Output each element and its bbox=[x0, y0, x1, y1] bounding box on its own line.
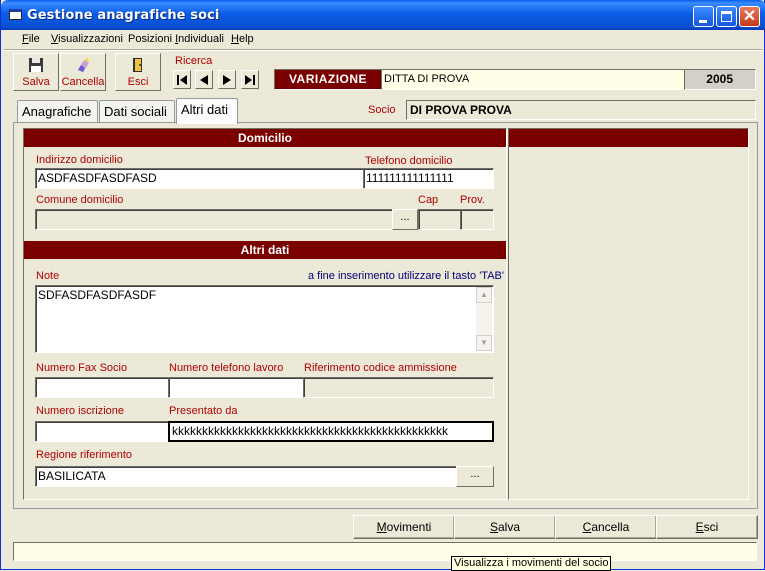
rif-ammissione-field bbox=[303, 377, 494, 398]
status-bar bbox=[13, 542, 757, 561]
indirizzo-field[interactable]: ASDFASDFASDFASD bbox=[35, 168, 364, 189]
minimize-button[interactable] bbox=[693, 6, 714, 27]
company-name: DITTA DI PROVA bbox=[381, 69, 685, 90]
window-icon bbox=[9, 9, 22, 20]
indirizzo-label: Indirizzo domicilio bbox=[36, 154, 123, 166]
last-record-icon bbox=[245, 75, 255, 85]
nav-prev-button[interactable] bbox=[195, 70, 213, 89]
tel-lavoro-field[interactable] bbox=[168, 377, 304, 398]
cap-label: Cap bbox=[418, 194, 439, 206]
presentato-label: Presentato da bbox=[169, 405, 238, 417]
nav-first-button[interactable] bbox=[173, 70, 191, 89]
regione-field: BASILICATA bbox=[35, 466, 457, 487]
toolbar-save-label: Salva bbox=[22, 76, 50, 88]
toolbar-save-button[interactable]: Salva bbox=[13, 53, 59, 91]
window-title: Gestione anagrafiche soci bbox=[27, 8, 220, 23]
cancella-button[interactable]: Cancella bbox=[555, 515, 657, 539]
esci-button[interactable]: Esci bbox=[656, 515, 758, 539]
close-icon: ✕ bbox=[742, 8, 757, 25]
exit-door-icon bbox=[133, 58, 142, 72]
esci-label: sci bbox=[703, 520, 719, 534]
right-panel-header bbox=[509, 129, 748, 147]
comune-lookup-button[interactable]: ... bbox=[392, 209, 418, 230]
nav-next-button[interactable] bbox=[218, 70, 236, 89]
movimenti-button[interactable]: Movimenti bbox=[353, 515, 455, 539]
eraser-icon bbox=[78, 58, 89, 72]
title-bar[interactable]: Gestione anagrafiche soci ✕ bbox=[1, 0, 765, 30]
maximize-icon bbox=[721, 11, 732, 22]
domicilio-header: Domicilio bbox=[24, 129, 506, 147]
altri-dati-header: Altri dati bbox=[24, 241, 506, 259]
socio-value: DI PROVA PROVA bbox=[406, 100, 756, 120]
minimize-icon bbox=[699, 20, 707, 23]
regione-label: Regione riferimento bbox=[36, 449, 132, 461]
mode-indicator: VARIAZIONE bbox=[274, 69, 382, 90]
scroll-down-icon[interactable]: ▼ bbox=[476, 335, 492, 351]
note-text: SDFASDFASDFASDF bbox=[38, 288, 157, 302]
presentato-field[interactable]: kkkkkkkkkkkkkkkkkkkkkkkkkkkkkkkkkkkkkkkk… bbox=[168, 421, 494, 442]
fax-field[interactable] bbox=[35, 377, 170, 398]
menu-visualizzazioni[interactable]: Visualizzazioni bbox=[51, 33, 123, 45]
fax-label: Numero Fax Socio bbox=[36, 362, 128, 374]
iscrizione-field[interactable] bbox=[35, 421, 170, 442]
tel-lavoro-label: Numero telefono lavoro bbox=[169, 362, 284, 374]
note-scrollbar[interactable]: ▲ ▼ bbox=[476, 287, 492, 351]
movimenti-tooltip: Visualizza i movimenti del socio bbox=[451, 556, 612, 571]
toolbar-exit-button[interactable]: Esci bbox=[115, 53, 161, 91]
scroll-up-icon[interactable]: ▲ bbox=[476, 287, 492, 303]
nav-last-button[interactable] bbox=[241, 70, 259, 89]
note-textarea[interactable]: SDFASDFASDFASDF ▲ ▼ bbox=[35, 285, 494, 353]
maximize-button[interactable] bbox=[716, 6, 737, 27]
toolbar-delete-button[interactable]: Cancella bbox=[60, 53, 106, 91]
prov-label: Prov. bbox=[460, 194, 485, 206]
tab-altri-dati[interactable]: Altri dati bbox=[176, 98, 238, 124]
year-indicator: 2005 bbox=[684, 69, 756, 90]
socio-label: Socio bbox=[368, 104, 396, 116]
toolbar-separator bbox=[4, 49, 762, 51]
telefono-domicilio-label: Telefono domicilio bbox=[365, 155, 453, 167]
note-label: Note bbox=[36, 270, 60, 282]
cap-field bbox=[418, 209, 461, 230]
floppy-disk-icon bbox=[29, 58, 43, 72]
tab-dati-sociali[interactable]: Dati sociali bbox=[99, 100, 175, 124]
menu-posizioni-individuali[interactable]: Posizioni Individuali bbox=[128, 33, 224, 45]
salva-label: alva bbox=[498, 520, 521, 534]
menu-bar: File Visualizzazioni Posizioni Individua… bbox=[4, 30, 762, 49]
rif-ammissione-label: Riferimento codice ammissione bbox=[304, 362, 457, 374]
ricerca-label: Ricerca bbox=[175, 55, 213, 67]
close-button[interactable]: ✕ bbox=[739, 6, 760, 27]
menu-file[interactable]: File bbox=[22, 33, 40, 45]
toolbar-delete-label: Cancella bbox=[61, 76, 105, 88]
toolbar-exit-label: Esci bbox=[127, 76, 149, 88]
esci-accel: E bbox=[695, 520, 704, 534]
menu-help[interactable]: Help bbox=[231, 33, 254, 45]
movimenti-accel: M bbox=[376, 520, 387, 534]
telefono-domicilio-field[interactable]: 111111111111111 bbox=[363, 168, 494, 189]
comune-label: Comune domicilio bbox=[36, 194, 124, 206]
cancella-label: ancella bbox=[591, 520, 630, 534]
first-record-icon bbox=[177, 75, 187, 85]
iscrizione-label: Numero iscrizione bbox=[36, 405, 125, 417]
cancella-accel: C bbox=[582, 520, 592, 534]
next-record-icon bbox=[223, 75, 231, 85]
movimenti-label: ovimenti bbox=[386, 520, 432, 534]
salva-accel: S bbox=[489, 520, 498, 534]
form-right-frame bbox=[508, 128, 749, 500]
comune-field bbox=[35, 209, 393, 230]
main-window: Gestione anagrafiche soci ✕ File Visuali… bbox=[0, 0, 765, 571]
prev-record-icon bbox=[200, 75, 208, 85]
note-hint: a fine inserimento utilizzare il tasto '… bbox=[308, 270, 504, 282]
tab-anagrafiche[interactable]: Anagrafiche bbox=[17, 100, 98, 124]
regione-lookup-button[interactable]: ... bbox=[456, 466, 494, 487]
prov-field bbox=[460, 209, 494, 230]
salva-button[interactable]: Salva bbox=[454, 515, 556, 539]
